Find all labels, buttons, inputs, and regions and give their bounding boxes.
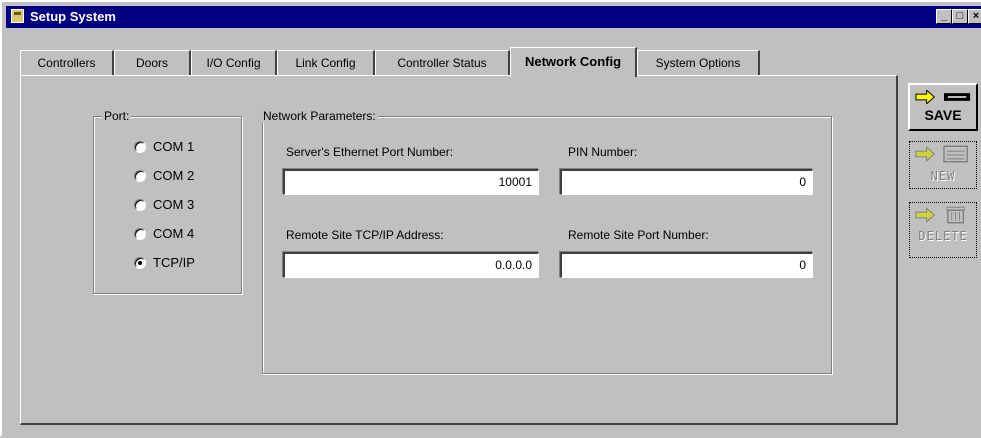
arrow-to-trash-icon: [915, 206, 965, 224]
server-port-field[interactable]: 10001: [283, 169, 539, 195]
minimize-button[interactable]: _: [936, 9, 952, 24]
network-config-panel: Port: COM 1 COM 2 COM 3 COM 4 TCP/IP Net…: [20, 75, 898, 425]
server-port-label: Server's Ethernet Port Number:: [286, 145, 454, 159]
remote-port-label: Remote Site Port Number:: [568, 228, 709, 242]
maximize-button[interactable]: □: [952, 9, 968, 24]
radio-label: COM 4: [153, 226, 195, 241]
title-bar[interactable]: Setup System _ □ ×: [6, 6, 981, 28]
tab-controllers[interactable]: Controllers: [20, 50, 114, 76]
new-label: NEW: [930, 169, 956, 183]
arrow-to-disk-icon: [915, 90, 971, 104]
tab-network-config[interactable]: Network Config: [510, 47, 637, 77]
save-button[interactable]: SAVE: [908, 83, 978, 131]
delete-label: DELETE: [918, 229, 968, 243]
port-group-label: Port:: [102, 109, 132, 123]
network-parameters-groupbox: Network Parameters: Server's Ethernet Po…: [261, 109, 832, 374]
radio-button[interactable]: [134, 141, 146, 153]
radio-label: TCP/IP: [153, 255, 195, 270]
tab-controller-status[interactable]: Controller Status: [375, 50, 510, 76]
tab-io-config[interactable]: I/O Config: [191, 50, 277, 76]
radio-label: COM 3: [153, 197, 195, 212]
status-bar: [2, 430, 981, 438]
pin-field[interactable]: 0: [560, 169, 813, 195]
tab-doors[interactable]: Doors: [114, 50, 191, 76]
radio-label: COM 1: [153, 139, 195, 154]
radio-label: COM 2: [153, 168, 195, 183]
setup-system-window: Setup System _ □ × Controllers Doors I/O…: [0, 0, 981, 438]
remote-address-field[interactable]: 0.0.0.0: [283, 252, 539, 278]
app-icon: [11, 9, 24, 23]
tab-system-options[interactable]: System Options: [637, 50, 760, 76]
port-groupbox: Port: COM 1 COM 2 COM 3 COM 4 TCP/IP: [93, 109, 242, 294]
network-group-label: Network Parameters:: [261, 109, 378, 123]
tab-link-config[interactable]: Link Config: [277, 50, 375, 76]
window-title: Setup System: [30, 9, 116, 24]
close-button[interactable]: ×: [968, 9, 981, 24]
radio-button[interactable]: [134, 199, 146, 211]
radio-button[interactable]: [134, 170, 146, 182]
arrow-to-card-icon: [915, 145, 968, 163]
save-label: SAVE: [924, 107, 962, 123]
remote-address-label: Remote Site TCP/IP Address:: [286, 228, 444, 242]
radio-button[interactable]: [134, 257, 146, 269]
new-button[interactable]: NEW: [909, 141, 977, 189]
delete-button[interactable]: DELETE: [909, 202, 977, 258]
pin-label: PIN Number:: [568, 145, 638, 159]
remote-port-field[interactable]: 0: [560, 252, 813, 278]
radio-button[interactable]: [134, 228, 146, 240]
